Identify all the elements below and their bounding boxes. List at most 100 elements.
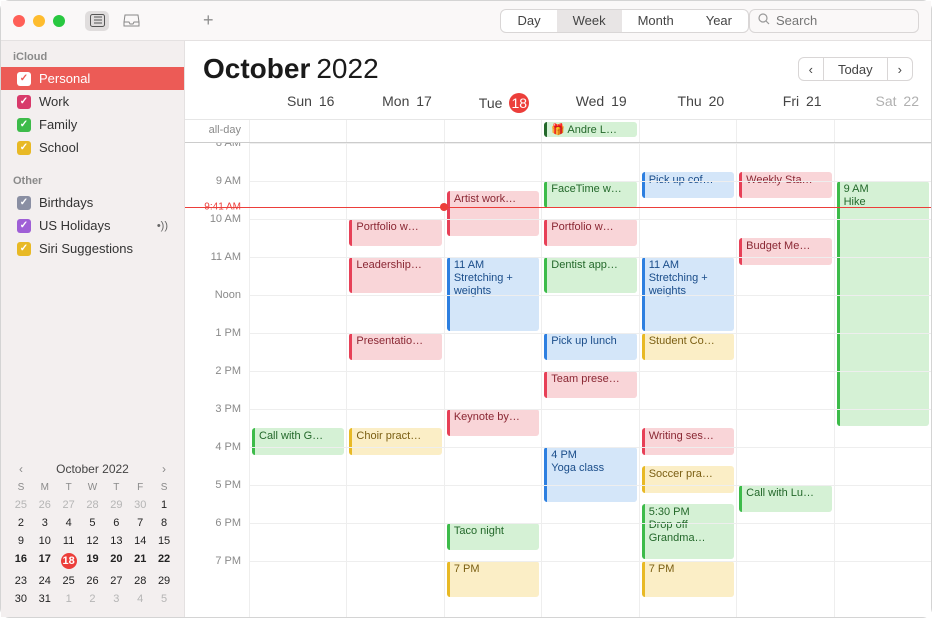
add-event-button[interactable]: + bbox=[203, 10, 214, 31]
event[interactable]: Pick up lunch bbox=[544, 333, 636, 360]
minical-day[interactable]: 5 bbox=[152, 591, 176, 607]
event[interactable]: 9 AMHike bbox=[837, 181, 929, 426]
calendar-item-personal[interactable]: ✓Personal bbox=[1, 67, 184, 90]
event[interactable]: 7 PM bbox=[642, 561, 734, 597]
event[interactable]: 7 PM bbox=[447, 561, 539, 597]
day-header[interactable]: Thu 20 bbox=[639, 93, 736, 113]
event[interactable]: Soccer pra… bbox=[642, 466, 734, 493]
minical-day[interactable]: 11 bbox=[57, 533, 81, 549]
allday-cell[interactable] bbox=[346, 120, 443, 142]
fullscreen-button[interactable] bbox=[53, 15, 65, 27]
minical-day[interactable]: 30 bbox=[128, 497, 152, 513]
minical-day[interactable]: 31 bbox=[33, 591, 57, 607]
view-day-button[interactable]: Day bbox=[501, 10, 556, 32]
minical-day[interactable]: 4 bbox=[57, 515, 81, 531]
inbox-icon[interactable] bbox=[119, 11, 143, 31]
minical-day[interactable]: 3 bbox=[104, 591, 128, 607]
allday-cell[interactable] bbox=[249, 120, 346, 142]
allday-cell[interactable]: 🎁 Andre L… bbox=[541, 120, 638, 142]
event[interactable]: 5:30 PMDrop off Grandma… bbox=[642, 504, 734, 559]
minimize-button[interactable] bbox=[33, 15, 45, 27]
minical-day[interactable]: 27 bbox=[57, 497, 81, 513]
minical-day[interactable]: 19 bbox=[81, 551, 105, 571]
minical-day[interactable]: 26 bbox=[81, 573, 105, 589]
day-header[interactable]: Wed 19 bbox=[541, 93, 638, 113]
minical-day[interactable]: 22 bbox=[152, 551, 176, 571]
minical-day[interactable]: 4 bbox=[128, 591, 152, 607]
event[interactable]: 11 AMStretching + weights bbox=[642, 257, 734, 331]
allday-cell[interactable] bbox=[444, 120, 541, 142]
allday-event[interactable]: 🎁 Andre L… bbox=[544, 122, 636, 137]
minical-day[interactable]: 1 bbox=[152, 497, 176, 513]
minical-day[interactable]: 8 bbox=[152, 515, 176, 531]
minical-day[interactable]: 29 bbox=[104, 497, 128, 513]
calendars-sidebar-icon[interactable] bbox=[85, 11, 109, 31]
minical-day[interactable]: 18 bbox=[57, 551, 81, 571]
event[interactable]: FaceTime w… bbox=[544, 181, 636, 208]
day-column[interactable]: Portfolio w…Leadership…Presentatio…Choir… bbox=[346, 143, 443, 617]
minical-prev-button[interactable]: ‹ bbox=[9, 462, 33, 476]
minical-day[interactable]: 1 bbox=[57, 591, 81, 607]
minical-day[interactable]: 27 bbox=[104, 573, 128, 589]
calendar-item-us-holidays[interactable]: ✓US Holidays•)) bbox=[5, 214, 180, 237]
allday-cell[interactable] bbox=[834, 120, 931, 142]
today-button[interactable]: Today bbox=[824, 57, 887, 81]
day-header[interactable]: Sat 22 bbox=[834, 93, 931, 113]
event[interactable]: Budget Me… bbox=[739, 238, 831, 265]
event[interactable]: Presentatio… bbox=[349, 333, 441, 360]
calendar-checkbox[interactable]: ✓ bbox=[17, 95, 31, 109]
calendar-item-family[interactable]: ✓Family bbox=[5, 113, 180, 136]
event[interactable]: Leadership… bbox=[349, 257, 441, 293]
view-year-button[interactable]: Year bbox=[690, 10, 748, 32]
event[interactable]: Writing ses… bbox=[642, 428, 734, 455]
allday-cell[interactable] bbox=[639, 120, 736, 142]
minical-day[interactable]: 2 bbox=[81, 591, 105, 607]
minical-day[interactable]: 13 bbox=[104, 533, 128, 549]
search-input[interactable] bbox=[776, 13, 932, 28]
day-header[interactable]: Tue 18 bbox=[444, 93, 541, 113]
event[interactable]: Taco night bbox=[447, 523, 539, 550]
minical-day[interactable]: 14 bbox=[128, 533, 152, 549]
minical-day[interactable]: 24 bbox=[33, 573, 57, 589]
minical-day[interactable]: 28 bbox=[128, 573, 152, 589]
event[interactable]: Dentist app… bbox=[544, 257, 636, 293]
event[interactable]: Call with G… bbox=[252, 428, 344, 455]
minical-day[interactable]: 16 bbox=[9, 551, 33, 571]
minical-day[interactable]: 17 bbox=[33, 551, 57, 571]
search-field[interactable] bbox=[749, 9, 919, 33]
minical-day[interactable]: 5 bbox=[81, 515, 105, 531]
minical-day[interactable]: 15 bbox=[152, 533, 176, 549]
day-column[interactable]: FaceTime w… Portfolio w… Dentist app… Pick … bbox=[541, 143, 638, 617]
minical-day[interactable]: 7 bbox=[128, 515, 152, 531]
event[interactable]: 4 PMYoga class bbox=[544, 447, 636, 502]
day-column[interactable]: Artist work… 11 AMStretching + weights Key… bbox=[444, 143, 541, 617]
minical-day[interactable]: 10 bbox=[33, 533, 57, 549]
minical-day[interactable]: 2 bbox=[9, 515, 33, 531]
minical-day[interactable]: 3 bbox=[33, 515, 57, 531]
day-column[interactable]: 9 AMHike bbox=[834, 143, 931, 617]
view-week-button[interactable]: Week bbox=[557, 10, 622, 32]
event[interactable]: Choir pract… bbox=[349, 428, 441, 455]
calendar-item-school[interactable]: ✓School bbox=[5, 136, 180, 159]
day-header[interactable]: Mon 17 bbox=[346, 93, 443, 113]
view-month-button[interactable]: Month bbox=[622, 10, 690, 32]
calendar-checkbox[interactable]: ✓ bbox=[17, 141, 31, 155]
day-header[interactable]: Sun 16 bbox=[249, 93, 346, 113]
event[interactable]: 11 AMStretching + weights bbox=[447, 257, 539, 331]
calendar-checkbox[interactable]: ✓ bbox=[17, 118, 31, 132]
minical-day[interactable]: 25 bbox=[9, 497, 33, 513]
event[interactable]: Keynote by… bbox=[447, 409, 539, 436]
minical-day[interactable]: 12 bbox=[81, 533, 105, 549]
calendar-item-work[interactable]: ✓Work bbox=[5, 90, 180, 113]
minical-day[interactable]: 6 bbox=[104, 515, 128, 531]
day-column[interactable]: Pick up cof…11 AMStretching + weightsStu… bbox=[639, 143, 736, 617]
minical-day[interactable]: 23 bbox=[9, 573, 33, 589]
event[interactable]: Call with Lu… bbox=[739, 485, 831, 512]
minical-day[interactable]: 28 bbox=[81, 497, 105, 513]
minical-day[interactable]: 9 bbox=[9, 533, 33, 549]
calendar-checkbox[interactable]: ✓ bbox=[17, 219, 31, 233]
close-button[interactable] bbox=[13, 15, 25, 27]
event[interactable]: Portfolio w… bbox=[544, 219, 636, 246]
event[interactable]: Artist work… bbox=[447, 191, 539, 237]
event[interactable]: Team prese… bbox=[544, 371, 636, 398]
